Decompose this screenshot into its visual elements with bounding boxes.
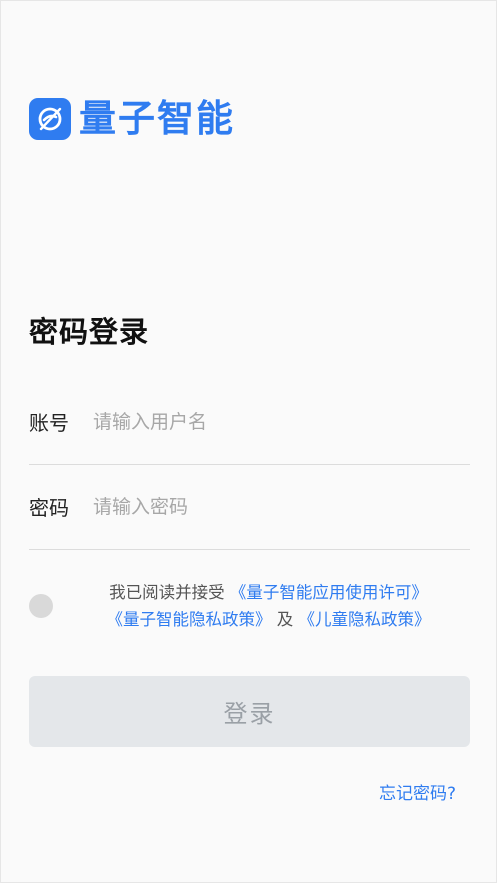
app-logo-icon — [29, 98, 71, 140]
forgot-password-link[interactable]: 忘记密码? — [379, 779, 456, 804]
account-input[interactable] — [93, 410, 470, 433]
child-privacy-link[interactable]: 《儿童隐私政策》 — [299, 610, 431, 629]
agreement-row: 我已阅读并接受 《量子智能应用使用许可》 《量子智能隐私政策》 及 《儿童隐私政… — [29, 579, 470, 633]
agreement-and-text: 及 — [276, 610, 294, 629]
agreement-prefix: 我已阅读并接受 — [109, 583, 225, 602]
password-label: 密码 — [29, 496, 69, 520]
agreement-checkbox[interactable] — [29, 594, 53, 618]
brand-name: 量子智能 — [79, 97, 235, 140]
page-title: 密码登录 — [29, 315, 150, 349]
account-label: 账号 — [29, 411, 69, 435]
password-input[interactable] — [93, 495, 470, 518]
password-field-row: 密码 — [29, 464, 470, 550]
agreement-text: 我已阅读并接受 《量子智能应用使用许可》 《量子智能隐私政策》 及 《儿童隐私政… — [67, 579, 470, 633]
privacy-policy-link[interactable]: 《量子智能隐私政策》 — [107, 610, 272, 629]
login-button[interactable]: 登录 — [29, 676, 470, 747]
account-field-row: 账号 — [29, 379, 470, 465]
brand-header: 量子智能 — [29, 97, 235, 141]
license-link[interactable]: 《量子智能应用使用许可》 — [230, 583, 428, 602]
